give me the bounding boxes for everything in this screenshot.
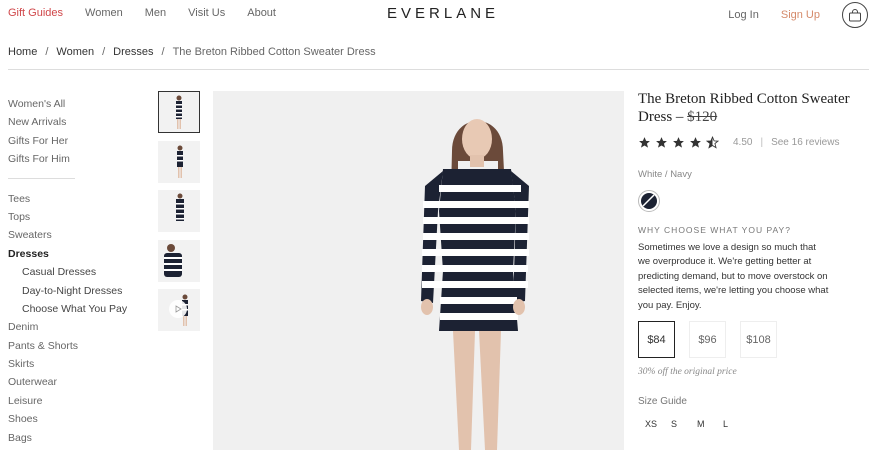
breadcrumb-separator: /	[102, 46, 106, 58]
color-name: White / Navy	[638, 169, 692, 180]
primary-nav: Gift Guides Women Men Visit Us About	[8, 7, 276, 19]
rating-row: 4.50 | See 16 reviews	[638, 136, 873, 149]
sidebar-item-pants-shorts[interactable]: Pants & Shorts	[8, 337, 127, 355]
breadcrumb-home[interactable]: Home	[8, 46, 37, 58]
breadcrumb-current: The Breton Ribbed Cotton Sweater Dress	[172, 46, 376, 58]
play-icon	[175, 305, 182, 313]
size-option-m[interactable]: M	[690, 419, 716, 429]
half-star-icon	[706, 136, 719, 149]
signup-link[interactable]: Sign Up	[781, 9, 820, 21]
sidebar-item-bags[interactable]: Bags	[8, 429, 127, 447]
price-option-96[interactable]: $96	[689, 321, 726, 359]
price-options: $84 $96 $108	[638, 321, 873, 359]
product-title: The Breton Ribbed Cotton Sweater Dress –…	[638, 90, 873, 126]
product-name: The Breton Ribbed Cotton Sweater Dress	[638, 91, 850, 125]
breadcrumb-dresses[interactable]: Dresses	[113, 46, 153, 58]
thumbnail-video[interactable]	[158, 289, 200, 331]
sidebar-subitem-day-to-night[interactable]: Day-to-Night Dresses	[8, 282, 127, 300]
size-options: XS S M L	[638, 419, 873, 429]
nav-about[interactable]: About	[247, 7, 276, 19]
play-video-button[interactable]	[169, 300, 187, 318]
thumbnail-3[interactable]	[158, 190, 200, 232]
star-icon	[639, 137, 650, 148]
thumbnail-image	[164, 243, 182, 277]
sidebar-item-denim[interactable]: Denim	[8, 318, 127, 336]
breadcrumb-separator: /	[161, 46, 165, 58]
main-product-image[interactable]	[213, 91, 624, 450]
header-divider	[8, 69, 869, 70]
size-guide-link[interactable]: Size Guide	[638, 396, 873, 407]
star-rating	[638, 136, 719, 149]
price-option-108[interactable]: $108	[740, 321, 777, 359]
breadcrumb: Home / Women / Dresses / The Breton Ribb…	[8, 46, 376, 58]
sidebar-item-womens-all[interactable]: Women's All	[8, 95, 127, 113]
shopping-bag-icon	[849, 8, 861, 21]
reviews-link[interactable]: See 16 reviews	[771, 137, 839, 148]
nav-women[interactable]: Women	[85, 7, 123, 19]
sidebar-subitem-casual-dresses[interactable]: Casual Dresses	[8, 263, 127, 281]
sidebar-subitem-choose-what-you-pay[interactable]: Choose What You Pay	[8, 300, 127, 318]
sidebar-item-leisure[interactable]: Leisure	[8, 392, 127, 410]
star-icon	[673, 137, 684, 148]
sidebar-item-dresses[interactable]: Dresses	[8, 245, 127, 263]
sidebar-item-gifts-for-her[interactable]: Gifts For Her	[8, 132, 127, 150]
thumbnail-image	[177, 145, 183, 178]
color-swatch-fill	[641, 193, 657, 209]
top-nav: Gift Guides Women Men Visit Us About EVE…	[0, 0, 880, 28]
sidebar-item-tees[interactable]: Tees	[8, 190, 127, 208]
thumbnail-4[interactable]	[158, 239, 200, 282]
title-dash: –	[675, 109, 684, 125]
category-sidebar: Women's All New Arrivals Gifts For Her G…	[8, 95, 127, 447]
rating-value: 4.50	[733, 137, 753, 148]
star-icon	[656, 137, 667, 148]
discount-note: 30% off the original price	[638, 367, 737, 378]
color-swatch-white-navy[interactable]	[638, 190, 660, 212]
product-thumbnails	[158, 91, 200, 339]
rating-separator: |	[760, 137, 764, 148]
account-nav: Log In Sign Up	[728, 2, 868, 28]
nav-gift-guides[interactable]: Gift Guides	[8, 7, 63, 19]
sidebar-item-gifts-for-him[interactable]: Gifts For Him	[8, 150, 127, 168]
why-choose-heading: WHY CHOOSE WHAT YOU PAY?	[638, 225, 791, 235]
product-details: The Breton Ribbed Cotton Sweater Dress –…	[638, 90, 873, 429]
sidebar-item-skirts[interactable]: Skirts	[8, 355, 127, 373]
login-link[interactable]: Log In	[728, 9, 759, 21]
size-option-l[interactable]: L	[716, 419, 742, 429]
sidebar-item-shoes[interactable]: Shoes	[8, 410, 127, 428]
thumbnail-1[interactable]	[158, 91, 200, 133]
shopping-bag-button[interactable]	[842, 2, 868, 28]
sidebar-item-new-arrivals[interactable]: New Arrivals	[8, 113, 127, 131]
model-photo	[421, 119, 529, 450]
breadcrumb-women[interactable]: Women	[56, 46, 94, 58]
size-option-xs[interactable]: XS	[638, 419, 664, 429]
nav-men[interactable]: Men	[145, 7, 166, 19]
sidebar-item-outerwear[interactable]: Outerwear	[8, 373, 127, 391]
size-option-s[interactable]: S	[664, 419, 690, 429]
breadcrumb-separator: /	[45, 46, 49, 58]
choose-what-you-pay-description: Sometimes we love a design so much that …	[638, 242, 829, 311]
thumbnail-2[interactable]	[158, 140, 200, 183]
sidebar-item-tops[interactable]: Tops	[8, 208, 127, 226]
thumbnail-image	[176, 193, 184, 221]
star-icon	[690, 137, 701, 148]
thumbnail-image	[176, 95, 182, 129]
sidebar-divider	[8, 177, 75, 179]
sidebar-item-sweaters[interactable]: Sweaters	[8, 226, 127, 244]
nav-visit-us[interactable]: Visit Us	[188, 7, 225, 19]
brand-logo[interactable]: EVERLANE	[387, 5, 499, 22]
original-price: $120	[687, 109, 718, 125]
price-option-84[interactable]: $84	[638, 321, 675, 359]
